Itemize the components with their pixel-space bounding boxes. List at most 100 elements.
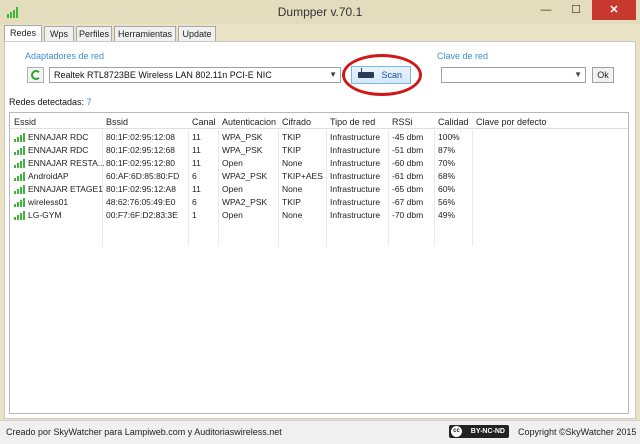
cell-tipo: Infrastructure	[330, 145, 381, 155]
signal-icon	[14, 146, 25, 155]
cell-bssid: 80:1F:02:95:12:80	[106, 158, 176, 168]
cell-calidad: 49%	[438, 210, 456, 220]
cell-bssid: 80:1F:02:95:12:08	[106, 132, 176, 142]
cell-cifrado: TKIP	[282, 145, 301, 155]
clave-label: Clave de red	[437, 51, 489, 61]
cell-essid: ENNAJAR RDC	[28, 132, 89, 142]
cell-tipo: Infrastructure	[330, 132, 381, 142]
header-rssi[interactable]: RSSi	[392, 117, 413, 127]
cell-essid: AndroidAP	[28, 171, 69, 181]
table-row[interactable]: wireless01 48:62:76:05:49:E0 6 WPA2_PSK TKIP…	[10, 196, 628, 208]
cell-auth: WPA2_PSK	[222, 197, 268, 207]
dumpper-window: Dumpper v.70.1 — ☐ ✕ Redes Wps Perfiles …	[0, 0, 640, 444]
table-row[interactable]: LG-GYM 00:F7:6F:D2:83:3E 1 Open None Infrastr…	[10, 209, 628, 221]
cell-canal: 1	[192, 210, 197, 220]
tab-wps[interactable]: Wps	[44, 26, 74, 41]
signal-icon	[14, 133, 25, 142]
close-button[interactable]: ✕	[592, 0, 636, 20]
red-highlight-circle	[342, 54, 422, 96]
cell-cifrado: None	[282, 158, 303, 168]
cell-rssi: -51 dbm	[392, 145, 424, 155]
redes-label-text: Redes detectadas:	[9, 97, 85, 107]
table-row[interactable]: ENNAJAR RDC 80:1F:02:95:12:08 11 WPA_PSK TKI…	[10, 131, 628, 143]
cc-license-badge[interactable]: cc BY-NC-ND	[449, 425, 509, 438]
signal-icon	[14, 185, 25, 194]
cell-calidad: 60%	[438, 184, 456, 194]
cell-essid: ENNAJAR RESTA...	[28, 158, 105, 168]
signal-icon	[14, 159, 25, 168]
signal-icon	[14, 198, 25, 207]
cell-canal: 11	[192, 132, 201, 142]
cell-canal: 11	[192, 158, 201, 168]
credit-text: Creado por SkyWatcher para Lampiweb.com …	[6, 427, 282, 437]
cell-calidad: 87%	[438, 145, 456, 155]
cell-calidad: 56%	[438, 197, 456, 207]
adapter-select[interactable]: Realtek RTL8723BE Wireless LAN 802.11n P…	[49, 67, 341, 83]
cc-icon: cc	[451, 426, 462, 437]
cell-bssid: 00:F7:6F:D2:83:3E	[106, 210, 178, 220]
cell-rssi: -61 dbm	[392, 171, 424, 181]
ok-button[interactable]: Ok	[592, 67, 614, 83]
cell-auth: WPA2_PSK	[222, 171, 268, 181]
header-bssid[interactable]: Bssid	[106, 117, 128, 127]
table-row[interactable]: AndroidAP 60:AF:6D:85:80:FD 6 WPA2_PSK TKIP+…	[10, 170, 628, 182]
cell-tipo: Infrastructure	[330, 210, 381, 220]
cell-rssi: -70 dbm	[392, 210, 424, 220]
cell-cifrado: TKIP+AES	[282, 171, 323, 181]
signal-icon	[14, 211, 25, 220]
tab-redes[interactable]: Redes	[4, 25, 42, 42]
redes-panel: Adaptadores de red Clave de red Realtek …	[4, 41, 636, 419]
cell-essid: ENNAJAR ETAGE1	[28, 184, 103, 194]
clave-select[interactable]: ▼	[441, 67, 586, 83]
cell-calidad: 68%	[438, 171, 456, 181]
cell-auth: Open	[222, 158, 243, 168]
redes-count: 7	[86, 97, 92, 107]
cell-bssid: 80:1F:02:95:12:A8	[106, 184, 176, 194]
cell-essid: LG-GYM	[28, 210, 62, 220]
cell-auth: WPA_PSK	[222, 132, 263, 142]
header-calidad[interactable]: Calidad	[438, 117, 469, 127]
cell-auth: Open	[222, 210, 243, 220]
cell-rssi: -45 dbm	[392, 132, 424, 142]
table-row[interactable]: ENNAJAR RDC 80:1F:02:95:12:68 11 WPA_PSK TKI…	[10, 144, 628, 156]
cell-bssid: 60:AF:6D:85:80:FD	[106, 171, 180, 181]
cell-bssid: 80:1F:02:95:12:68	[106, 145, 176, 155]
table-row[interactable]: ENNAJAR RESTA... 80:1F:02:95:12:80 11 Open N…	[10, 157, 628, 169]
header-autenticacion[interactable]: Autenticacion	[222, 117, 276, 127]
cell-essid: wireless01	[28, 197, 69, 207]
minimize-button[interactable]: —	[532, 0, 560, 20]
header-clave[interactable]: Clave por defecto	[476, 117, 547, 127]
table-row[interactable]: ENNAJAR ETAGE1 80:1F:02:95:12:A8 11 Open Non…	[10, 183, 628, 195]
cell-cifrado: TKIP	[282, 132, 301, 142]
license-text: BY-NC-ND	[470, 428, 505, 435]
tab-update[interactable]: Update	[178, 26, 216, 41]
header-canal[interactable]: Canal	[192, 117, 216, 127]
networks-list[interactable]: Essid Bssid Canal Autenticacion Cifrado …	[9, 112, 629, 414]
cell-tipo: Infrastructure	[330, 197, 381, 207]
status-bar: Creado por SkyWatcher para Lampiweb.com …	[0, 420, 640, 444]
header-cifrado[interactable]: Cifrado	[282, 117, 311, 127]
tab-herramientas[interactable]: Herramientas	[114, 26, 176, 41]
cell-cifrado: TKIP	[282, 197, 301, 207]
title-bar: Dumpper v.70.1 — ☐ ✕	[0, 0, 640, 24]
cell-canal: 11	[192, 184, 201, 194]
refresh-icon	[31, 70, 41, 80]
cell-auth: WPA_PSK	[222, 145, 263, 155]
cell-canal: 6	[192, 171, 197, 181]
copyright-text: Copyright ©SkyWatcher 2015	[518, 427, 637, 437]
cell-auth: Open	[222, 184, 243, 194]
adapter-selected-value: Realtek RTL8723BE Wireless LAN 802.11n P…	[54, 70, 272, 80]
maximize-button[interactable]: ☐	[562, 0, 590, 20]
tab-perfiles[interactable]: Perfiles	[76, 26, 112, 41]
refresh-button[interactable]	[27, 67, 44, 83]
cell-cifrado: None	[282, 184, 303, 194]
cell-essid: ENNAJAR RDC	[28, 145, 89, 155]
cell-rssi: -67 dbm	[392, 197, 424, 207]
header-essid[interactable]: Essid	[14, 117, 36, 127]
redes-detectadas-label: Redes detectadas: 7	[9, 97, 92, 107]
cell-canal: 11	[192, 145, 201, 155]
cell-tipo: Infrastructure	[330, 184, 381, 194]
cell-tipo: Infrastructure	[330, 171, 381, 181]
header-tipo[interactable]: Tipo de red	[330, 117, 375, 127]
cell-cifrado: None	[282, 210, 303, 220]
